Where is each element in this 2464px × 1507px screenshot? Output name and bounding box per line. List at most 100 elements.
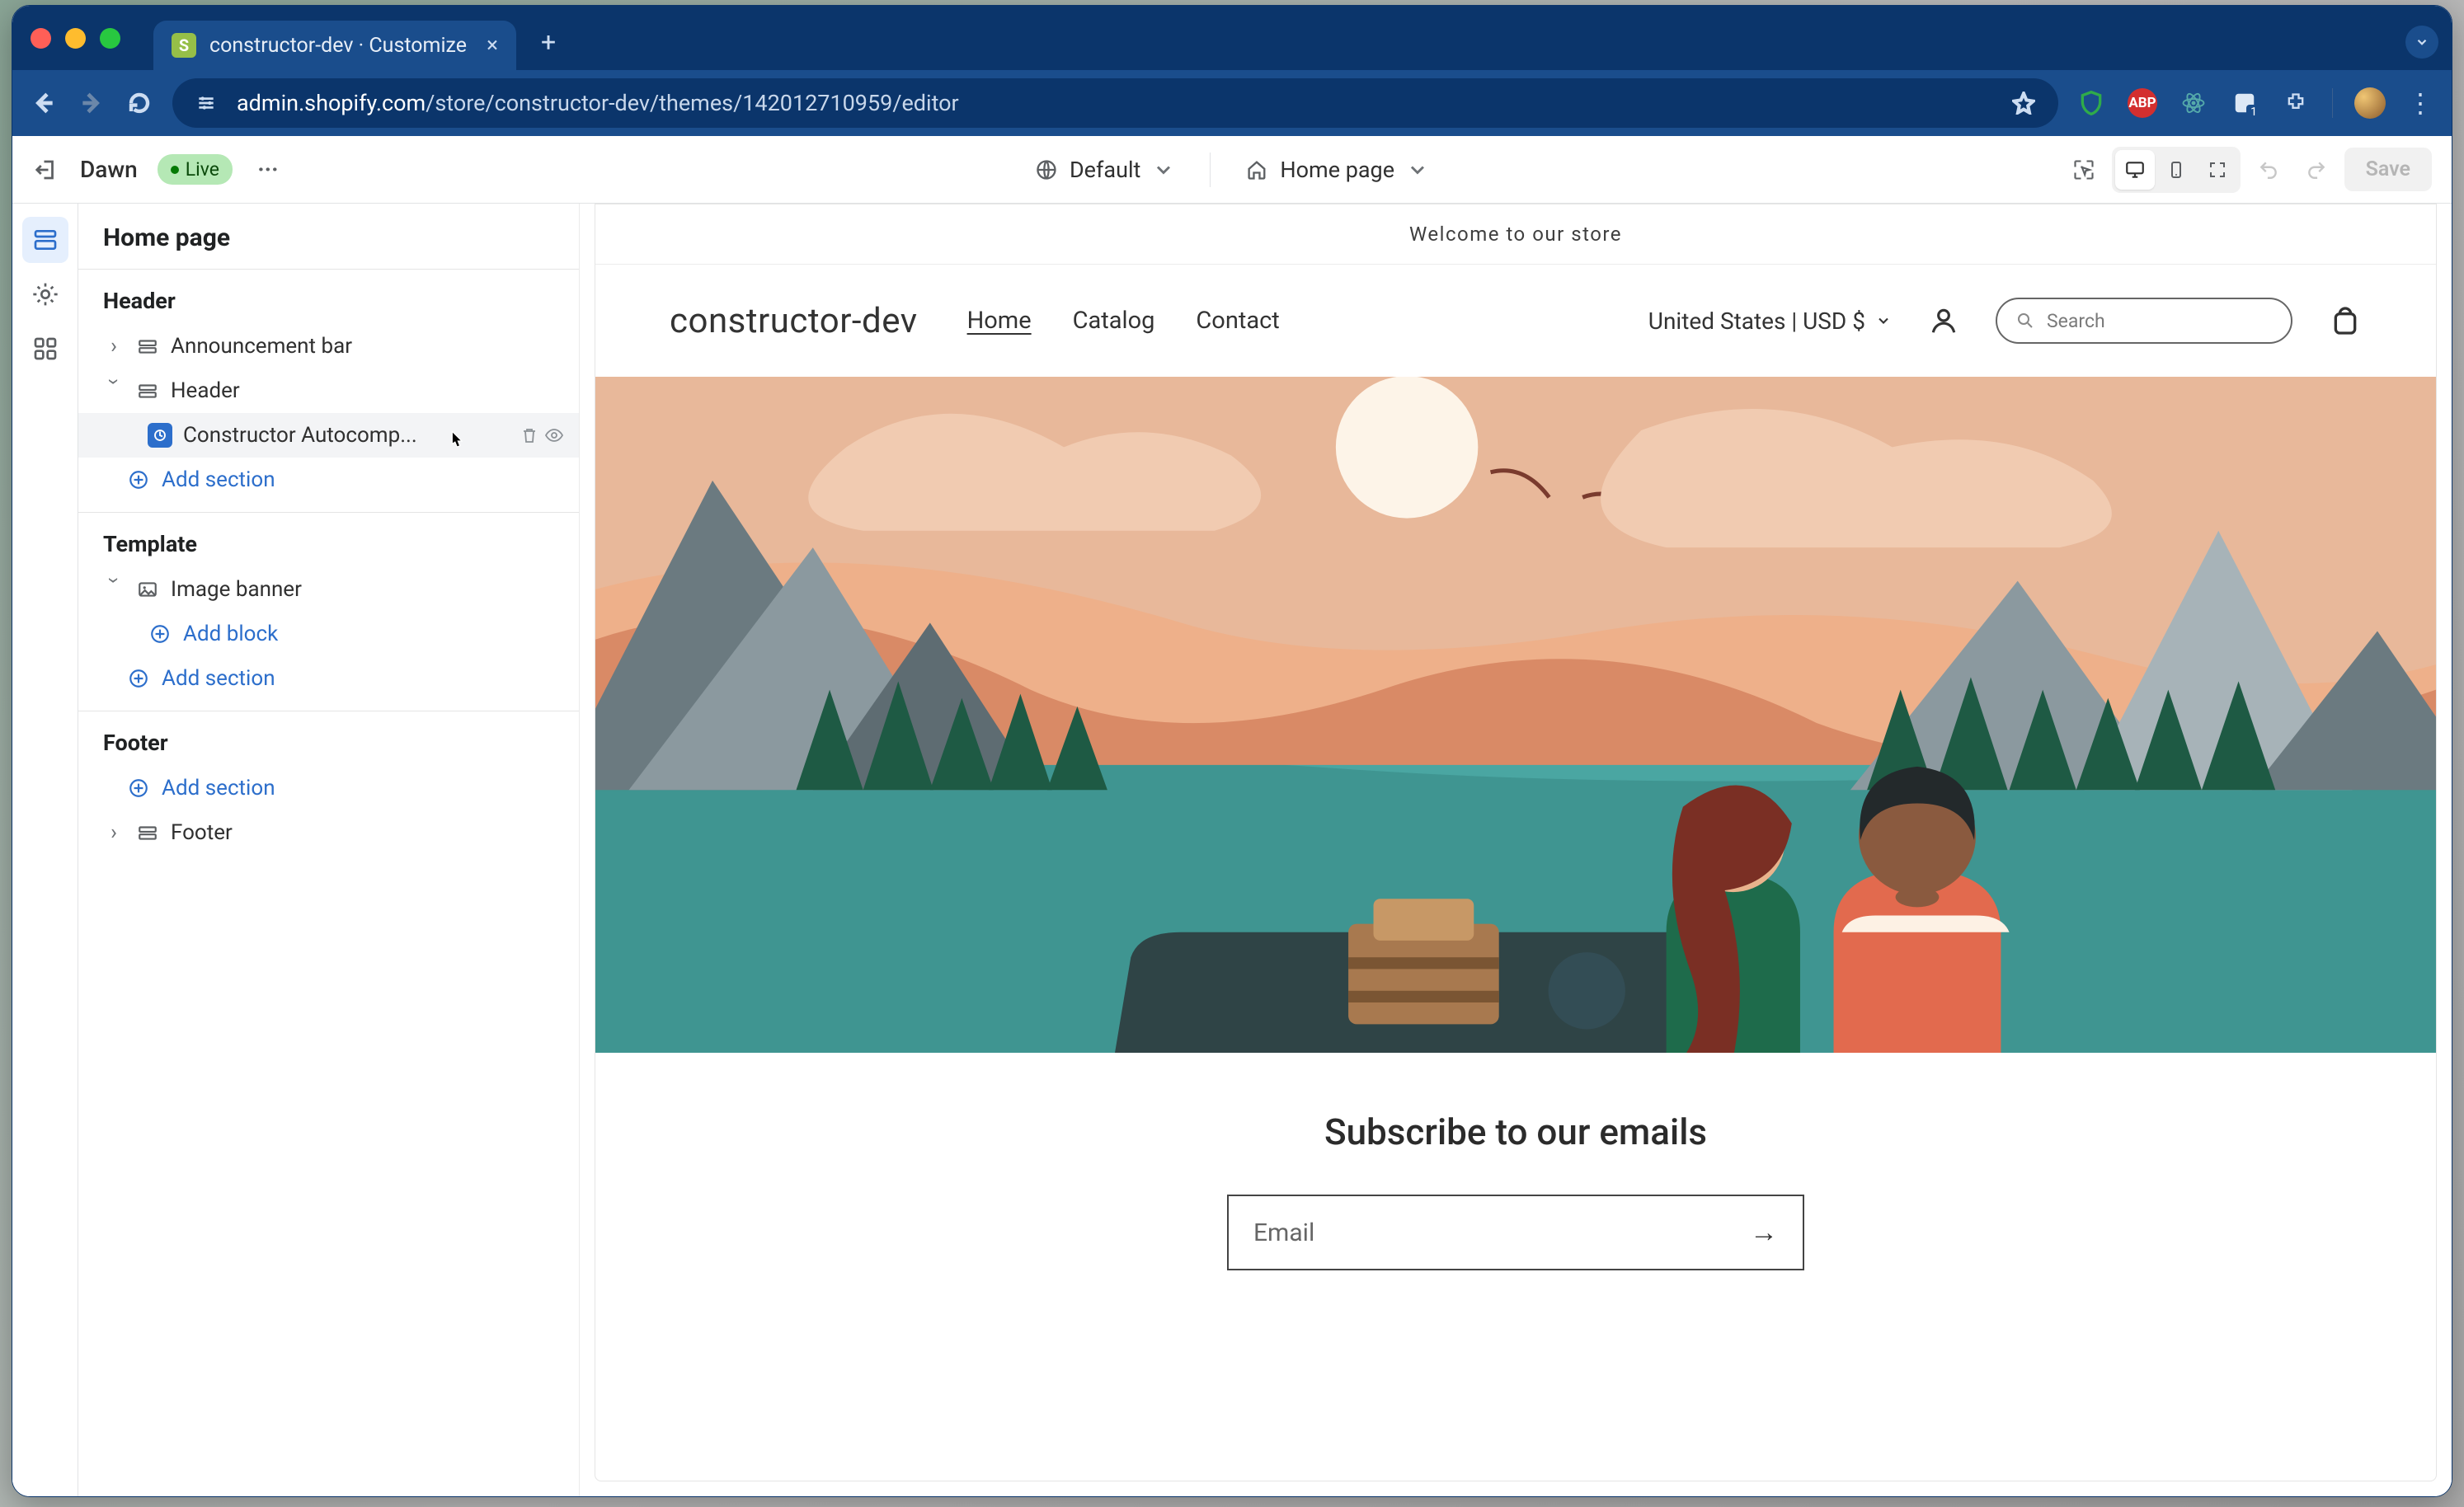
url-text: admin.shopify.com/store/constructor-dev/… <box>237 90 959 116</box>
page-selector[interactable]: Home page <box>1234 148 1441 191</box>
save-button[interactable]: Save <box>2344 148 2432 191</box>
gear-icon <box>32 281 59 308</box>
address-bar: admin.shopify.com/store/constructor-dev/… <box>12 70 2452 136</box>
search-icon <box>2015 311 2035 331</box>
add-section-footer[interactable]: Add section <box>78 766 579 810</box>
add-section-label: Add section <box>162 467 564 492</box>
reload-button[interactable] <box>125 88 154 118</box>
submit-arrow-icon[interactable]: → <box>1750 1216 1778 1249</box>
cart-icon[interactable] <box>2329 304 2362 337</box>
shield-extension-icon[interactable] <box>2076 88 2106 118</box>
topbar-center: Default Home page <box>1023 148 1441 191</box>
new-tab-button[interactable]: + <box>541 26 556 58</box>
undo-button[interactable] <box>2249 150 2288 190</box>
nav-contact[interactable]: Contact <box>1196 307 1279 335</box>
section-icon <box>135 820 160 845</box>
tab-close-icon[interactable]: × <box>487 33 498 58</box>
fullscreen-icon <box>2208 160 2227 180</box>
extension-badge: 1 <box>2246 105 2261 120</box>
subscribe-heading: Subscribe to our emails <box>595 1110 2436 1153</box>
shopify-editor: Dawn Live ··· Default Home page <box>12 136 2452 1496</box>
subscribe-section: Subscribe to our emails Email → <box>595 1053 2436 1303</box>
sidebar-item-announcement-bar[interactable]: › Announcement bar <box>78 324 579 369</box>
site-info-icon[interactable] <box>192 89 220 117</box>
sidebar-item-image-banner[interactable]: › Image banner <box>78 567 579 612</box>
mobile-preview-button[interactable] <box>2156 150 2196 190</box>
fullscreen-preview-button[interactable] <box>2198 150 2237 190</box>
preview-canvas[interactable]: Welcome to our store constructor-dev Hom… <box>595 204 2437 1481</box>
redo-button[interactable] <box>2297 150 2336 190</box>
tune-icon <box>195 92 217 114</box>
desktop-icon <box>2124 159 2146 181</box>
add-section-header[interactable]: Add section <box>78 458 579 502</box>
country-selector[interactable]: United States | USD $ <box>1648 308 1892 335</box>
store-name[interactable]: constructor-dev <box>670 301 918 341</box>
inspector-button[interactable] <box>2064 150 2104 190</box>
cursor-pointer-icon <box>444 430 468 453</box>
sidebar-group-header: Header <box>78 270 579 324</box>
section-icon <box>135 378 160 403</box>
chevron-right-icon: › <box>103 820 125 845</box>
forward-button[interactable] <box>77 88 106 118</box>
inspector-icon <box>2072 158 2095 181</box>
add-block[interactable]: Add block <box>78 612 579 656</box>
live-badge: Live <box>158 154 233 185</box>
window-controls <box>31 28 120 49</box>
search-placeholder: Search <box>2047 310 2105 332</box>
theme-settings-rail-button[interactable] <box>22 271 68 317</box>
back-button[interactable] <box>29 88 59 118</box>
eye-icon[interactable] <box>544 425 564 445</box>
undo-icon <box>2258 159 2279 181</box>
omnibox[interactable]: admin.shopify.com/store/constructor-dev/… <box>172 78 2058 128</box>
chevron-down-icon: › <box>101 577 126 599</box>
star-icon <box>2012 92 2035 115</box>
preset-selector[interactable]: Default <box>1023 148 1187 191</box>
chevron-down-icon <box>2415 35 2429 49</box>
bookmark-button[interactable] <box>2009 88 2038 118</box>
sidebar-item-footer[interactable]: › Footer <box>78 810 579 855</box>
minimize-window-button[interactable] <box>65 28 86 49</box>
search-input[interactable]: Search <box>1996 298 2292 344</box>
more-actions-button[interactable]: ··· <box>252 154 284 185</box>
banner-illustration <box>595 377 2436 1053</box>
sections-rail-button[interactable] <box>22 217 68 263</box>
sidebar-item-label: Announcement bar <box>171 334 564 359</box>
trash-icon[interactable] <box>520 425 539 445</box>
nav-home[interactable]: Home <box>967 307 1032 335</box>
sidebar-group-footer: Footer <box>78 711 579 766</box>
sidebar-item-label: Image banner <box>171 577 564 602</box>
chrome-menu-button[interactable]: ⋮ <box>2407 87 2435 119</box>
add-section-label: Add section <box>162 776 564 800</box>
sidebar-item-label: Header <box>171 378 564 403</box>
browser-tab[interactable]: S constructor-dev · Customize × <box>153 21 516 70</box>
tabs-dropdown-button[interactable] <box>2405 26 2438 59</box>
redo-icon <box>2306 159 2327 181</box>
profile-avatar[interactable] <box>2354 87 2386 119</box>
chevron-down-icon: › <box>101 378 126 400</box>
tab-title: constructor-dev · Customize <box>209 34 473 58</box>
sidebar-item-label: Footer <box>171 820 564 845</box>
nav-catalog[interactable]: Catalog <box>1073 307 1155 335</box>
exit-editor-button[interactable] <box>32 156 60 184</box>
sidebar-item-header[interactable]: › Header <box>78 369 579 413</box>
account-icon[interactable] <box>1928 305 1959 336</box>
mobile-icon <box>2166 160 2186 180</box>
country-label: United States | USD $ <box>1648 308 1865 335</box>
block-actions <box>520 425 564 445</box>
react-devtools-icon[interactable] <box>2179 88 2208 118</box>
add-section-template[interactable]: Add section <box>78 656 579 701</box>
desktop-preview-button[interactable] <box>2115 150 2155 190</box>
topbar-right: Save <box>2064 147 2432 193</box>
extension-with-badge-icon[interactable]: 1 <box>2230 88 2259 118</box>
close-window-button[interactable] <box>31 28 51 49</box>
announcement-bar: Welcome to our store <box>595 204 2436 265</box>
page-label: Home page <box>1280 157 1394 183</box>
app-embeds-rail-button[interactable] <box>22 326 68 372</box>
adblock-extension-icon[interactable]: ABP <box>2128 88 2157 118</box>
email-input[interactable]: Email → <box>1227 1195 1804 1270</box>
extensions-menu-icon[interactable] <box>2281 88 2311 118</box>
add-section-label: Add section <box>162 666 564 691</box>
email-label: Email <box>1253 1218 1314 1247</box>
maximize-window-button[interactable] <box>100 28 120 49</box>
sidebar-block-constructor-autocomplete[interactable]: Constructor Autocomp... <box>78 413 579 458</box>
